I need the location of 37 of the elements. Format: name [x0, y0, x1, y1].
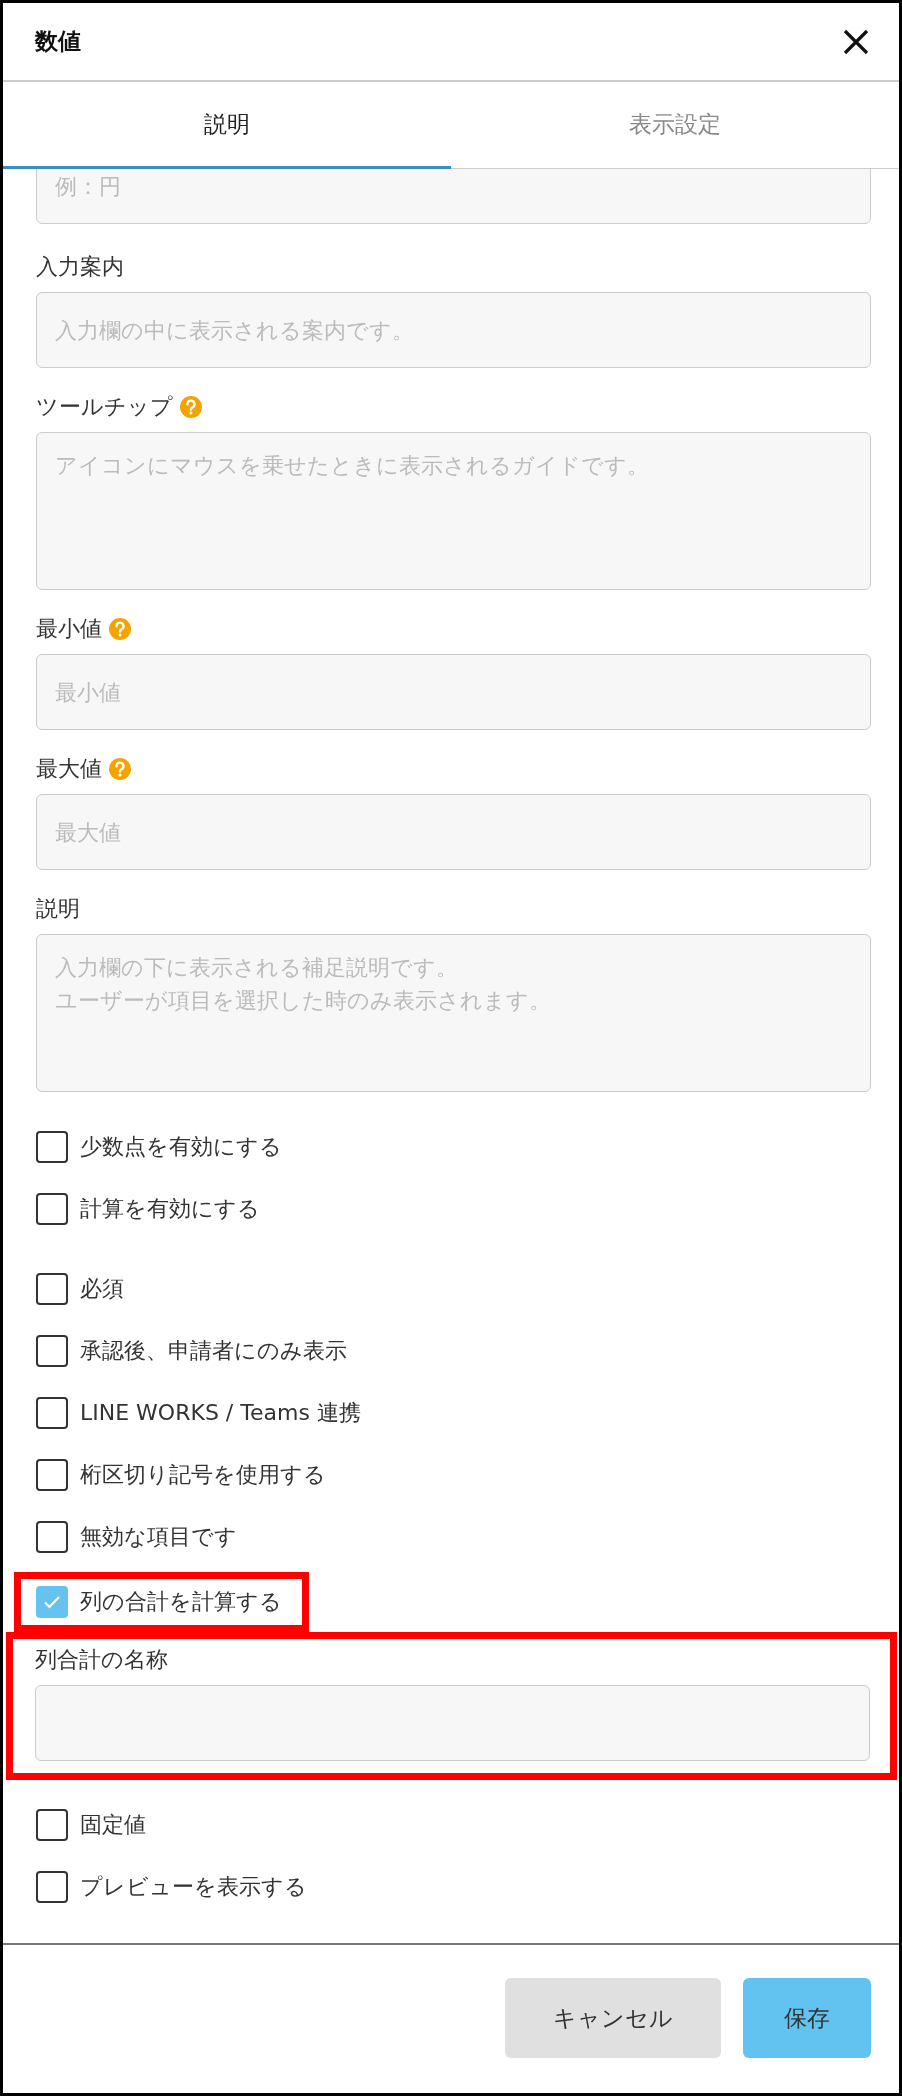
checkbox[interactable] [36, 1809, 68, 1841]
checkbox[interactable] [36, 1193, 68, 1225]
checkbox[interactable] [36, 1335, 68, 1367]
checkbox-label: 桁区切り記号を使用する [80, 1461, 326, 1489]
field-label: 最小値 [36, 615, 102, 643]
checkbox-label: 無効な項目です [80, 1523, 237, 1551]
input-field[interactable]: 最小値 [36, 654, 871, 730]
checkbox[interactable] [36, 1131, 68, 1163]
field-label: 最大値 [36, 755, 102, 783]
field-label: 入力案内 [36, 253, 124, 281]
input-field[interactable]: 入力欄の中に表示される案内です。 [36, 292, 871, 368]
checkbox-label: 必須 [80, 1275, 124, 1303]
checkbox-label: プレビューを表示する [80, 1873, 307, 1901]
text-area[interactable]: アイコンにマウスを乗せたときに表示されるガイドです。 [36, 432, 871, 590]
checkbox[interactable] [36, 1521, 68, 1553]
input-field[interactable]: 最大値 [36, 794, 871, 870]
cancel-button[interactable]: キャンセル [505, 1978, 721, 2058]
checkbox-label: 計算を有効にする [80, 1195, 260, 1223]
checkbox[interactable] [36, 1273, 68, 1305]
checkbox-label: 列の合計を計算する [80, 1588, 282, 1616]
checkbox[interactable] [36, 1586, 68, 1618]
checkbox[interactable] [36, 1459, 68, 1491]
checkbox-label: 固定値 [80, 1811, 146, 1839]
checkbox-label: 承認後、申請者にのみ表示 [80, 1337, 347, 1365]
dialog-title: 数値 [35, 27, 81, 56]
checkbox[interactable] [36, 1871, 68, 1903]
field-label: 説明 [36, 895, 80, 923]
save-button[interactable]: 保存 [743, 1978, 871, 2058]
checkbox-label: 少数点を有効にする [80, 1133, 282, 1161]
text-area[interactable]: 入力欄の下に表示される補足説明です。 ユーザーが項目を選択した時のみ表示されます。 [36, 934, 871, 1092]
checkbox[interactable] [36, 1397, 68, 1429]
checkbox-label: LINE WORKS / Teams 連携 [80, 1399, 361, 1427]
field-label: 列合計の名称 [35, 1646, 168, 1674]
input-field[interactable]: 例：円 [36, 169, 871, 224]
field-label: ツールチップ [36, 393, 173, 421]
tab[interactable]: 表示設定 [451, 82, 899, 169]
input-field[interactable] [35, 1685, 870, 1761]
